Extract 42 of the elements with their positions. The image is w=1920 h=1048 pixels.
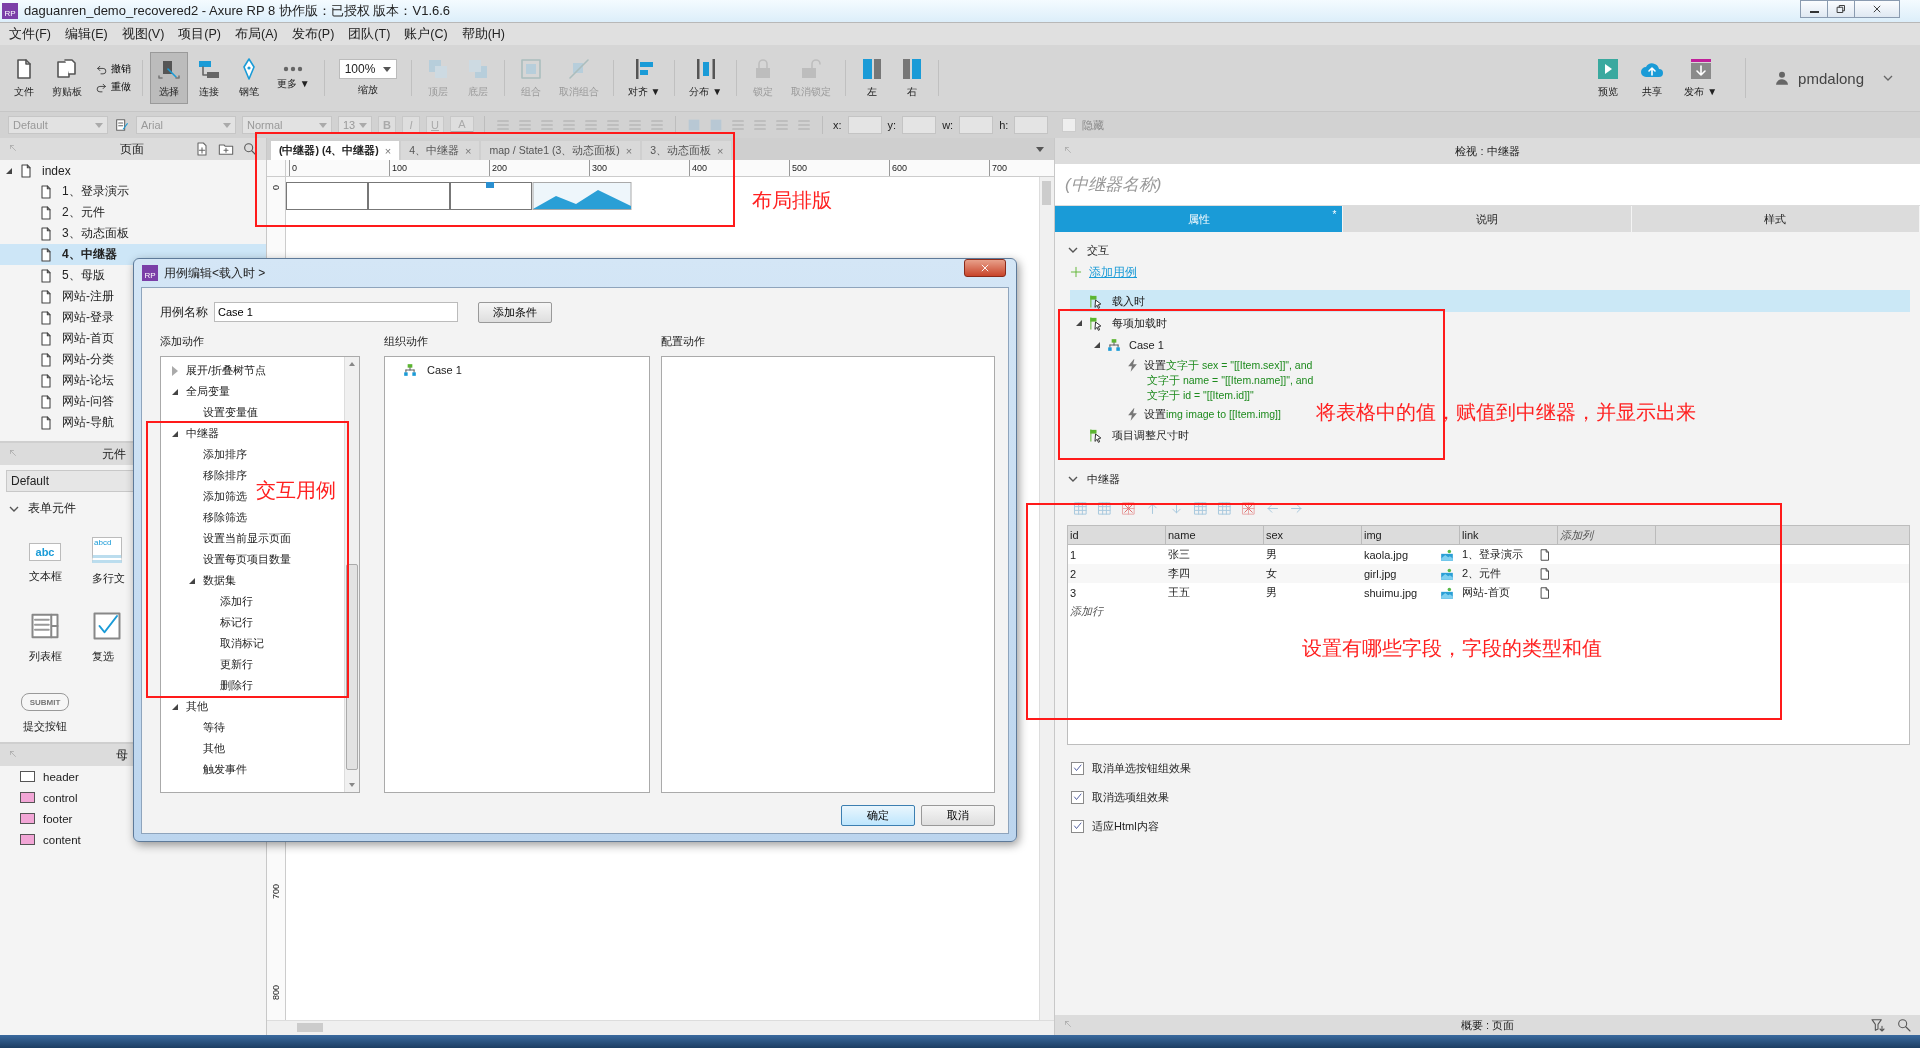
checkbox-label: 取消单选按钮组效果 [1092, 760, 1191, 776]
ruler-label: 700 [271, 883, 281, 899]
field-label: h: [999, 119, 1009, 131]
annotation-text: 布局排版 [752, 188, 832, 212]
annotation-text: 设置有哪些字段，字段的类型和值 [1302, 636, 1602, 660]
column-title: 组织动作 [384, 334, 429, 349]
column-title: 配置动作 [661, 334, 706, 349]
window-title: daguanren_demo_recovered2 - Axure RP 8 协作版：已授权 版本：V1.6.6 [24, 2, 451, 20]
panel-title: 页面 [120, 140, 144, 158]
ruler-label: 300 [589, 160, 689, 176]
ruler-label: 0 [271, 185, 281, 190]
panel-title: 母 [116, 746, 128, 764]
ruler-label: 400 [689, 160, 789, 176]
submit-icon: SUBMIT [21, 693, 69, 711]
field-label: w: [942, 119, 954, 131]
app-icon: RP [2, 3, 18, 19]
field-label: y: [887, 119, 897, 131]
section-title: 交互 [1087, 242, 1109, 258]
annotation-text: 交互用例 [256, 478, 336, 502]
annotation-text: 将表格中的值，赋值到中继器，并显示出来 [1316, 400, 1696, 424]
field-label: 用例名称 [160, 303, 208, 321]
ruler-label: 600 [889, 160, 989, 176]
ruler-label: 100 [389, 160, 489, 176]
app-icon: RP [142, 265, 158, 281]
ruler-label: 200 [489, 160, 589, 176]
dialog-title: 用例编辑<载入时 > [164, 264, 266, 282]
ruler-label: 0 [289, 160, 389, 176]
section-title: 中继器 [1087, 471, 1120, 487]
column-title: 添加动作 [160, 334, 205, 349]
ruler-label: 800 [271, 984, 281, 1000]
checkbox-label: 取消选项组效果 [1092, 789, 1169, 805]
checkbox-label: 隐藏 [1082, 117, 1105, 133]
panel-title: 检视 : 中继器 [1455, 143, 1520, 159]
panel-title: 概要 : 页面 [1460, 1017, 1515, 1033]
panel-title: 元件 [102, 445, 126, 463]
zoom-label: 缩放 [357, 83, 378, 97]
ruler-label: 500 [789, 160, 889, 176]
field-label: x: [833, 119, 842, 131]
textbox-icon: abc [29, 543, 61, 561]
category-label: 表单元件 [28, 500, 76, 517]
textarea-icon: abcd [92, 537, 122, 563]
checkbox-label: 适应Html内容 [1092, 818, 1159, 834]
